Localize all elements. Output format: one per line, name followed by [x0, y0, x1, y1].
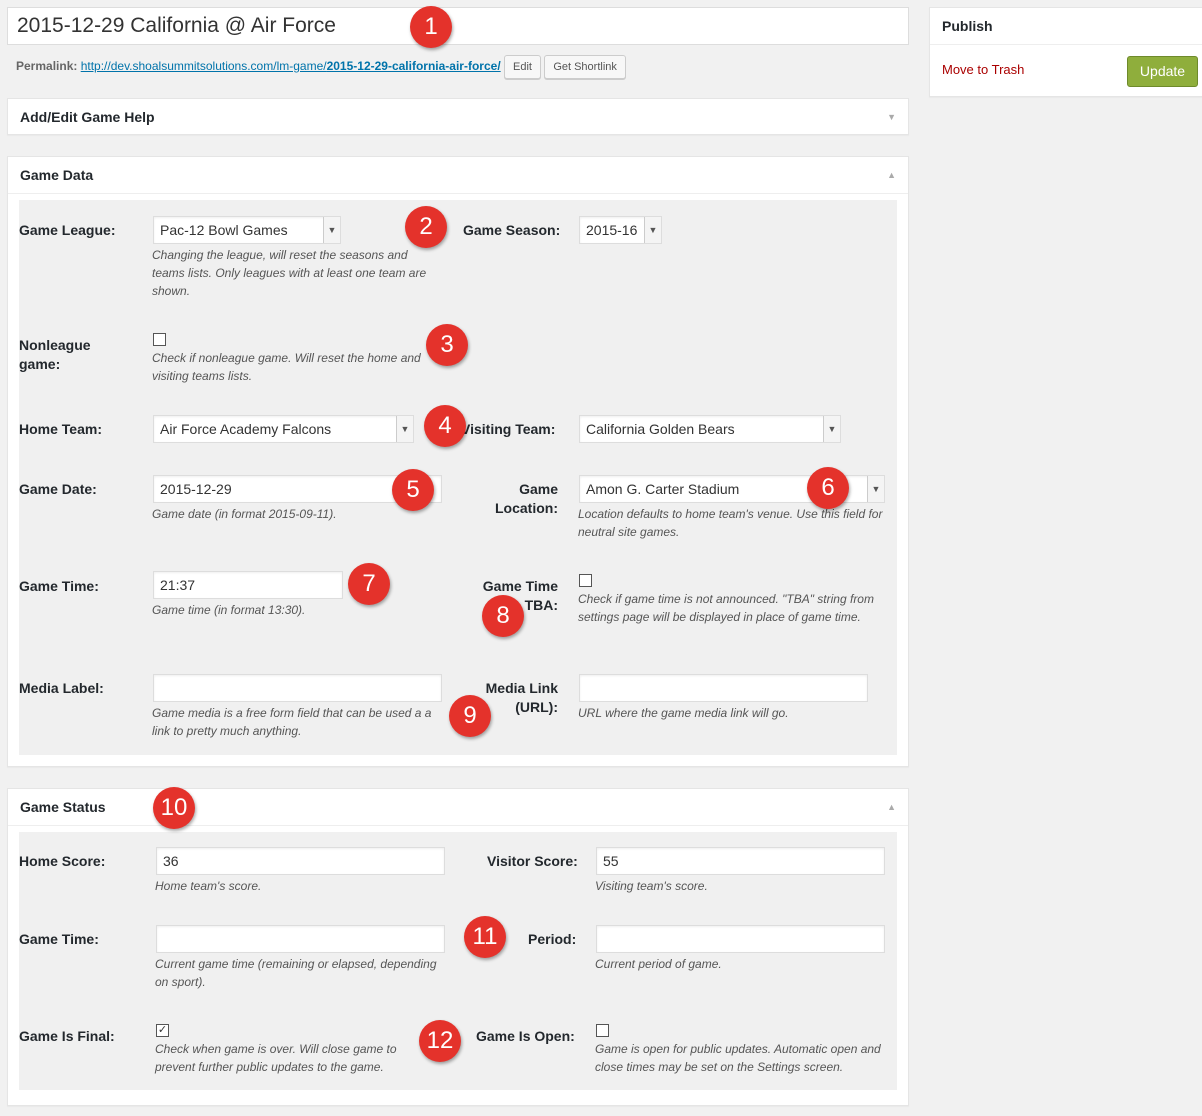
nonleague-label: Nonleague game: [19, 336, 91, 374]
location-label-line1: Game [519, 481, 558, 497]
annotation-marker-8: 8 [482, 595, 524, 637]
home-team-value: Air Force Academy Falcons [160, 421, 332, 437]
edit-permalink-button[interactable]: Edit [504, 55, 541, 79]
is-open-checkbox[interactable] [596, 1024, 609, 1037]
league-desc: Changing the league, will reset the seas… [152, 248, 427, 298]
game-status-title: Game Status [20, 799, 106, 815]
triangle-up-icon[interactable]: ▲ [887, 789, 896, 826]
location-label: Game Location: [480, 480, 558, 518]
home-team-select[interactable]: Air Force Academy Falcons ▼ [153, 415, 414, 443]
annotation-marker-7: 7 [348, 563, 390, 605]
annotation-marker-10: 10 [153, 787, 195, 829]
annotation-marker-12: 12 [419, 1020, 461, 1062]
media-link-desc: URL where the game media link will go. [578, 706, 789, 720]
chevron-down-icon: ▼ [823, 416, 840, 442]
permalink-link[interactable]: http://dev.shoalsummitsolutions.com/lm-g… [81, 59, 501, 73]
annotation-marker-5: 5 [392, 469, 434, 511]
visitor-score-label: Visitor Score: [487, 853, 578, 869]
is-final-desc: Check when game is over. Will close game… [155, 1042, 397, 1074]
annotation-marker-9: 9 [449, 695, 491, 737]
league-value: Pac-12 Bowl Games [160, 222, 288, 238]
annotation-marker-2: 2 [405, 206, 447, 248]
media-label-desc: Game media is a free form field that can… [152, 706, 432, 738]
league-select[interactable]: Pac-12 Bowl Games ▼ [153, 216, 341, 244]
is-final-label: Game Is Final: [19, 1028, 115, 1044]
visitor-score-desc: Visiting team's score. [595, 879, 708, 893]
annotation-marker-1: 1 [410, 6, 452, 48]
permalink-label: Permalink: [16, 59, 78, 73]
current-time-label: Game Time: [19, 931, 99, 947]
annotation-marker-11: 11 [464, 916, 506, 958]
media-label-input[interactable] [153, 674, 442, 702]
game-data-title: Game Data [20, 167, 94, 183]
period-label: Period: [528, 931, 577, 947]
nonleague-checkbox[interactable] [153, 333, 166, 346]
annotation-marker-4: 4 [424, 405, 466, 447]
permalink-slug: 2015-12-29-california-air-force/ [326, 59, 501, 73]
league-label: Game League: [19, 222, 116, 238]
chevron-down-icon: ▼ [867, 476, 884, 502]
game-data-header[interactable]: Game Data ▲ [8, 157, 908, 194]
visiting-team-value: California Golden Bears [586, 421, 735, 437]
period-desc: Current period of game. [595, 957, 722, 971]
location-value: Amon G. Carter Stadium [586, 481, 740, 497]
annotation-marker-6: 6 [807, 467, 849, 509]
media-label-label: Media Label: [19, 680, 104, 696]
chevron-down-icon: ▼ [644, 217, 661, 243]
nonleague-label-line2: game: [19, 356, 61, 372]
is-open-desc: Game is open for public updates. Automat… [595, 1042, 881, 1074]
chevron-down-icon: ▼ [396, 416, 413, 442]
season-select[interactable]: 2015-16 ▼ [579, 216, 662, 244]
game-time-desc: Game time (in format 13:30). [152, 603, 306, 617]
media-link-label-line1: Media Link [485, 680, 558, 696]
annotation-marker-3: 3 [426, 324, 468, 366]
game-date-label: Game Date: [19, 481, 97, 497]
home-team-label: Home Team: [19, 421, 102, 437]
chevron-down-icon: ▼ [323, 217, 340, 243]
location-desc: Location defaults to home team's venue. … [578, 507, 883, 539]
publish-header[interactable]: Publish [930, 8, 1202, 45]
current-time-desc: Current game time (remaining or elapsed,… [155, 957, 437, 989]
media-link-input[interactable] [579, 674, 868, 702]
tba-desc: Check if game time is not announced. "TB… [578, 592, 874, 624]
location-label-line2: Location: [495, 500, 558, 516]
current-time-input[interactable] [156, 925, 445, 953]
home-score-label: Home Score: [19, 853, 106, 869]
triangle-down-icon[interactable]: ▼ [887, 99, 896, 136]
move-to-trash-link[interactable]: Move to Trash [942, 62, 1024, 77]
game-status-header[interactable]: Game Status ▲ [8, 789, 908, 826]
nonleague-desc: Check if nonleague game. Will reset the … [152, 351, 421, 383]
help-panel: Add/Edit Game Help ▼ [7, 98, 909, 135]
game-time-label: Game Time: [19, 578, 99, 594]
visiting-team-label: Visiting Team: [461, 421, 556, 437]
permalink-row: Permalink: http://dev.shoalsummitsolutio… [16, 55, 626, 79]
season-label: Game Season: [463, 222, 561, 238]
tba-checkbox[interactable] [579, 574, 592, 587]
period-input[interactable] [596, 925, 885, 953]
game-time-input[interactable]: 21:37 [153, 571, 343, 599]
home-score-desc: Home team's score. [155, 879, 262, 893]
get-shortlink-button[interactable]: Get Shortlink [544, 55, 626, 79]
game-date-desc: Game date (in format 2015-09-11). [152, 507, 337, 521]
season-value: 2015-16 [586, 222, 638, 238]
home-score-input[interactable]: 36 [156, 847, 445, 875]
is-open-label: Game Is Open: [476, 1028, 575, 1044]
publish-title: Publish [942, 18, 993, 34]
is-final-checkbox[interactable]: ✓ [156, 1024, 169, 1037]
tba-label-line2: TBA: [524, 597, 558, 613]
visitor-score-input[interactable]: 55 [596, 847, 885, 875]
help-panel-title: Add/Edit Game Help [20, 109, 155, 125]
visiting-team-select[interactable]: California Golden Bears ▼ [579, 415, 841, 443]
triangle-up-icon[interactable]: ▲ [887, 157, 896, 194]
media-link-label-line2: (URL): [515, 699, 558, 715]
tba-label-line1: Game Time [482, 578, 558, 594]
title-input[interactable]: 2015-12-29 California @ Air Force [7, 7, 909, 45]
nonleague-label-line1: Nonleague [19, 337, 91, 353]
help-panel-header[interactable]: Add/Edit Game Help ▼ [8, 99, 908, 136]
update-button[interactable]: Update [1127, 56, 1198, 87]
permalink-base: http://dev.shoalsummitsolutions.com/lm-g… [80, 59, 327, 73]
